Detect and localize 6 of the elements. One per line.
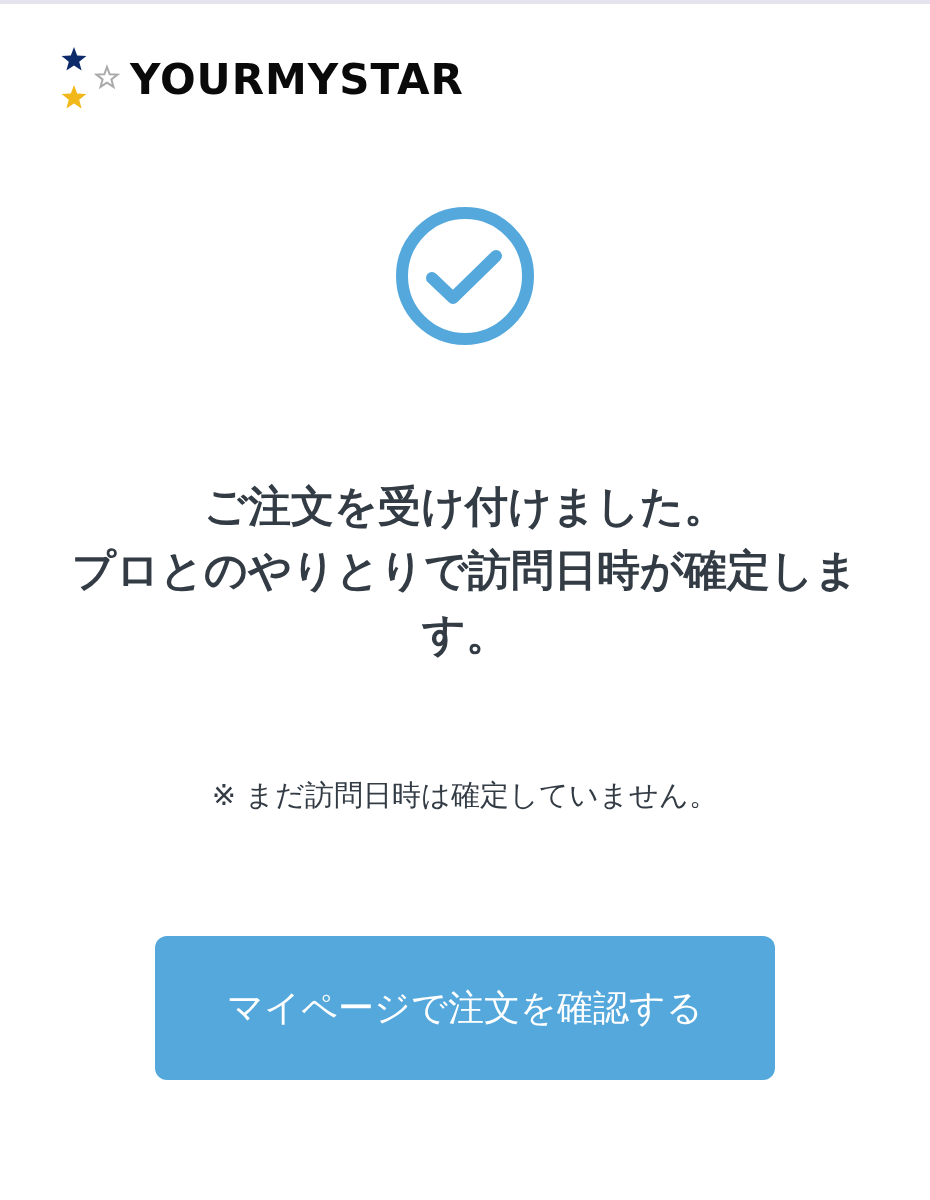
confirmation-title: ご注文を受け付けました。 — [203, 480, 727, 533]
confirmation-message: プロとのやりとりで訪問日時が確定します。 — [71, 544, 859, 661]
check-circle-icon — [395, 206, 535, 346]
check-order-button[interactable]: マイページで注文を確認する — [155, 936, 775, 1080]
logo-text: YOURMYSTAR — [130, 54, 464, 104]
note-text: ※ まだ訪問日時は確定していません。 — [210, 777, 720, 814]
